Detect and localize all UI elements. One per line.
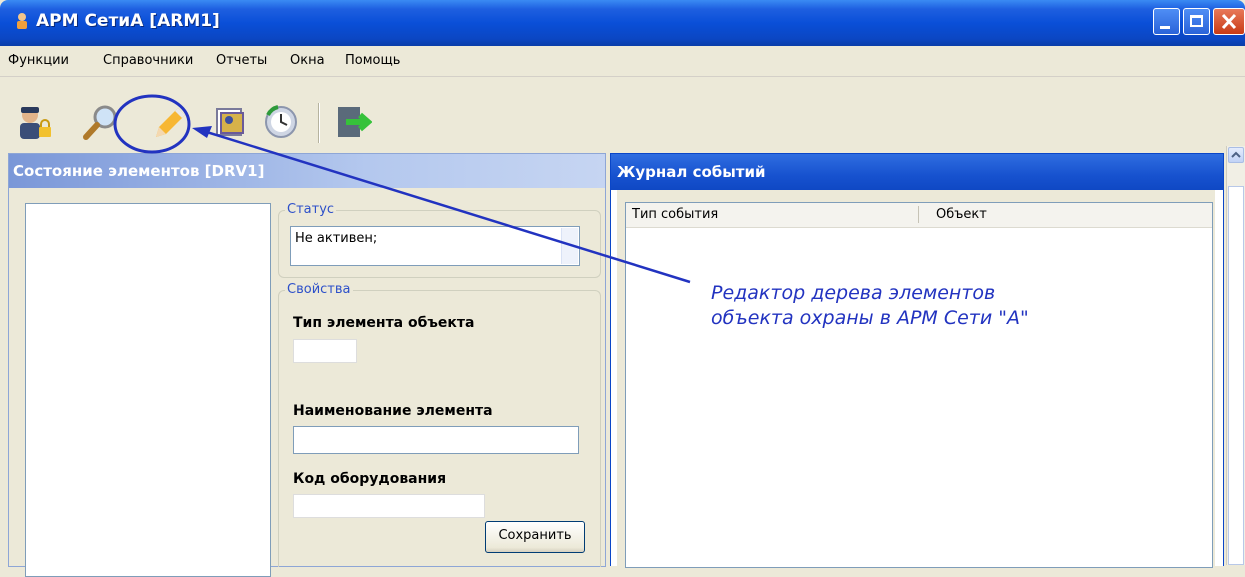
annotation-overlay xyxy=(113,94,691,284)
annotation-line-1: Редактор дерева элементов xyxy=(711,282,996,304)
callout-arrow-head xyxy=(192,126,212,138)
annotation-line-2: объекта охраны в АРМ Сети "А" xyxy=(711,307,1029,329)
highlight-circle xyxy=(113,94,191,154)
callout-arrow-line xyxy=(196,127,691,284)
